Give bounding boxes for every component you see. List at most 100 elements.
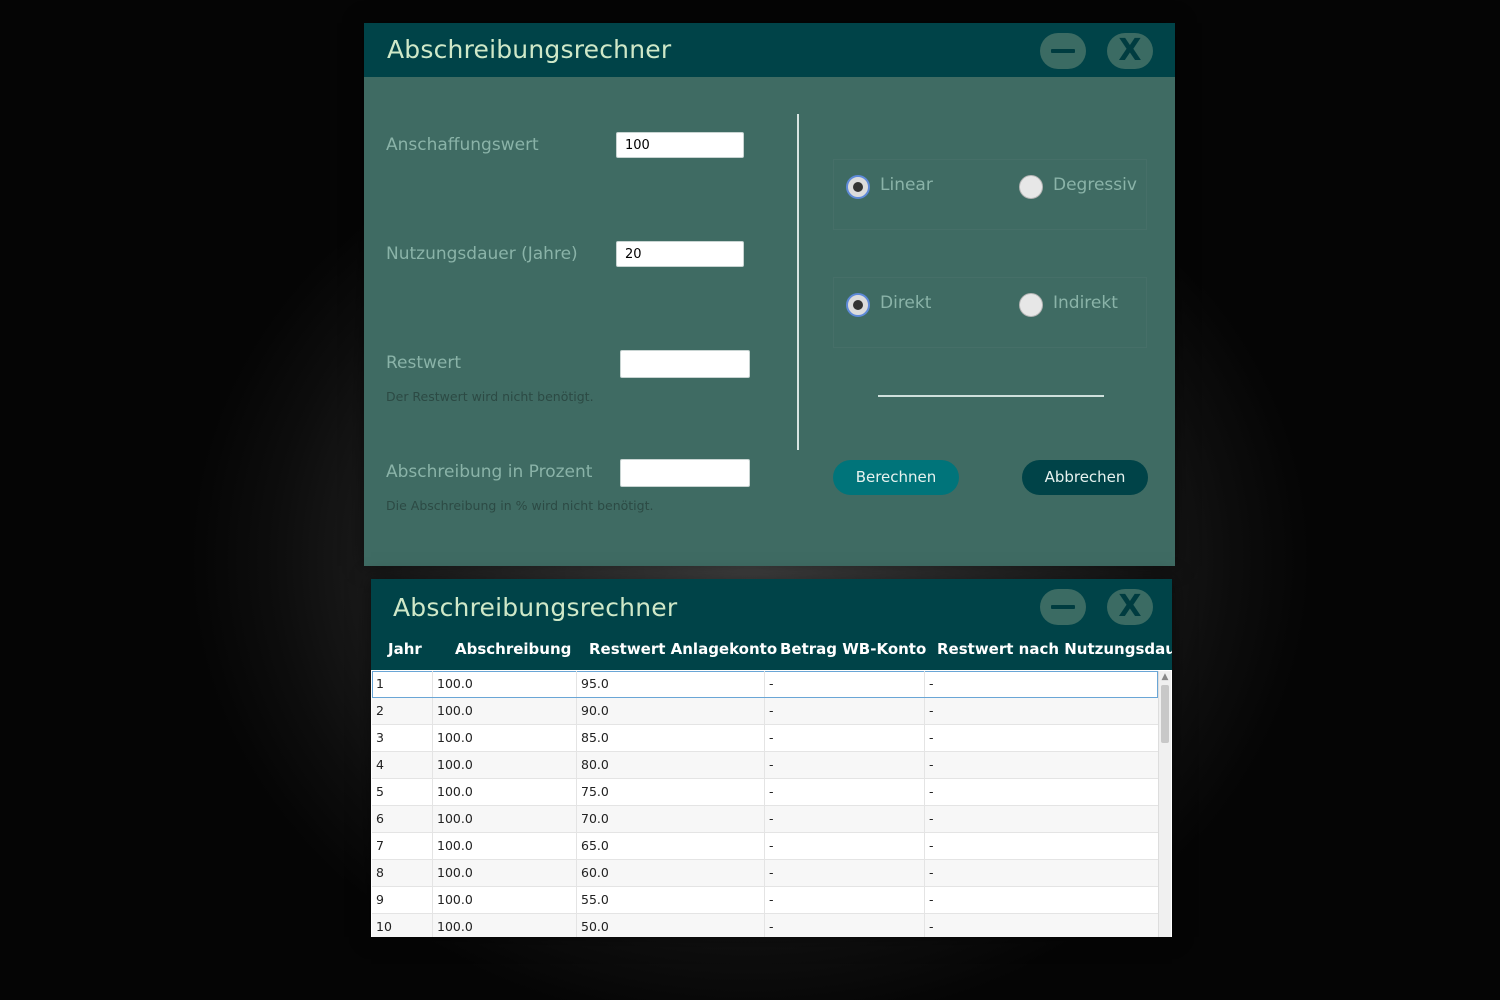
table-cell: -: [929, 703, 934, 718]
table-cell: 85.0: [577, 725, 765, 751]
table-cell: 1: [372, 671, 433, 697]
table-cell: -: [929, 838, 934, 853]
table-cell: -: [765, 725, 925, 751]
table-cell: 10: [372, 914, 433, 937]
table-row[interactable]: 3 100.0 85.0- -: [372, 725, 1158, 752]
method-radio-group: Linear Degressiv: [833, 159, 1147, 230]
radio-unselected-icon: [1019, 175, 1043, 199]
radio-selected-icon: [846, 175, 870, 199]
table-cell: 6: [372, 806, 433, 832]
radio-unselected-icon: [1019, 293, 1043, 317]
vertical-separator: [797, 114, 799, 450]
nutzungsdauer-label: Nutzungsdauer (Jahre): [386, 244, 578, 264]
table-cell: 2: [372, 698, 433, 724]
table-cell: 100.0: [433, 860, 577, 886]
prozent-label: Abschreibung in Prozent: [386, 462, 593, 482]
table-cell: 100.0: [433, 779, 577, 805]
anschaffungswert-input[interactable]: [616, 132, 744, 158]
booking-radio-group: Direkt Indirekt: [833, 277, 1147, 348]
table-cell: 9: [372, 887, 433, 913]
table-cell: 100.0: [433, 671, 577, 697]
table-cell: 75.0: [577, 779, 765, 805]
table-cell: 5: [372, 779, 433, 805]
table-cell: -: [765, 806, 925, 832]
close-button[interactable]: X: [1107, 589, 1153, 625]
close-button[interactable]: X: [1107, 33, 1153, 69]
table-row[interactable]: 5 100.0 75.0- -: [372, 779, 1158, 806]
table-cell: 100.0: [433, 914, 577, 937]
table-cell: -: [929, 892, 934, 907]
table-cell: 100.0: [433, 806, 577, 832]
table-cell: -: [765, 671, 925, 697]
window-title: Abschreibungsrechner: [387, 35, 672, 64]
minimize-icon: [1051, 49, 1075, 53]
minimize-button[interactable]: [1040, 589, 1086, 625]
table-cell: -: [929, 757, 934, 772]
table-cell: 70.0: [577, 806, 765, 832]
results-table: 1 100.0 95.0- -2 100.0 90.0- -3 100.0 85.0- -4 100…: [372, 671, 1158, 937]
table-cell: 100.0: [433, 833, 577, 859]
restwert-hint: Der Restwert wird nicht benötigt.: [386, 389, 594, 404]
scrollbar-thumb[interactable]: [1161, 685, 1169, 743]
table-cell: -: [929, 676, 934, 691]
table-cell: -: [765, 752, 925, 778]
table-cell: 50.0: [577, 914, 765, 937]
table-cell: -: [765, 914, 925, 937]
table-cell: 3: [372, 725, 433, 751]
vertical-scrollbar[interactable]: ▲: [1158, 671, 1171, 937]
radio-selected-icon: [846, 293, 870, 317]
table-cell: 95.0: [577, 671, 765, 697]
column-header[interactable]: Abschreibung: [455, 636, 571, 670]
cancel-button[interactable]: Abbrechen: [1022, 460, 1148, 495]
table-cell: -: [929, 811, 934, 826]
window-title: Abschreibungsrechner: [393, 593, 678, 622]
column-header[interactable]: Restwert nach Nutzungsdauer: [937, 636, 1172, 670]
minimize-icon: [1051, 605, 1075, 609]
column-header[interactable]: Restwert Anlagekonto: [589, 636, 777, 670]
table-row[interactable]: 7 100.0 65.0- -: [372, 833, 1158, 860]
table-cell: 4: [372, 752, 433, 778]
prozent-input[interactable]: [620, 459, 750, 487]
restwert-label: Restwert: [386, 353, 462, 373]
table-row[interactable]: 9 100.0 55.0- -: [372, 887, 1158, 914]
table-cell: 60.0: [577, 860, 765, 886]
table-cell: -: [765, 860, 925, 886]
titlebar: Abschreibungsrechner X: [371, 579, 1172, 636]
horizontal-separator: [878, 395, 1104, 397]
radio-indirekt-label: Indirekt: [1053, 293, 1118, 313]
close-icon: X: [1118, 589, 1142, 624]
table-cell: 65.0: [577, 833, 765, 859]
anschaffungswert-label: Anschaffungswert: [386, 135, 539, 155]
table-row[interactable]: 10 100.0 50.0- -: [372, 914, 1158, 937]
table-cell: 100.0: [433, 887, 577, 913]
minimize-button[interactable]: [1040, 33, 1086, 69]
calculator-input-window: Abschreibungsrechner X Anschaffungswert …: [364, 23, 1175, 566]
calculate-button[interactable]: Berechnen: [833, 460, 959, 495]
table-cell: 90.0: [577, 698, 765, 724]
restwert-input[interactable]: [620, 350, 750, 378]
table-cell: 7: [372, 833, 433, 859]
table-row[interactable]: 1 100.0 95.0- -: [372, 671, 1158, 698]
prozent-hint: Die Abschreibung in % wird nicht benötig…: [386, 498, 654, 513]
table-cell: -: [929, 919, 934, 934]
table-cell: 100.0: [433, 725, 577, 751]
nutzungsdauer-input[interactable]: [616, 241, 744, 267]
column-header[interactable]: Jahr: [388, 636, 422, 670]
table-row[interactable]: 6 100.0 70.0- -: [372, 806, 1158, 833]
table-row[interactable]: 8 100.0 60.0- -: [372, 860, 1158, 887]
table-cell: -: [929, 730, 934, 745]
column-header[interactable]: Betrag WB-Konto: [780, 636, 926, 670]
table-cell: -: [765, 698, 925, 724]
table-cell: -: [765, 833, 925, 859]
table-header: Jahr Abschreibung Restwert Anlagekonto B…: [371, 636, 1172, 670]
calculator-result-window: Abschreibungsrechner X Jahr Abschreibung…: [371, 579, 1172, 937]
table-row[interactable]: 2 100.0 90.0- -: [372, 698, 1158, 725]
table-cell: 80.0: [577, 752, 765, 778]
close-icon: X: [1118, 33, 1142, 68]
radio-degressiv-label: Degressiv: [1053, 175, 1137, 195]
table-row[interactable]: 4 100.0 80.0- -: [372, 752, 1158, 779]
table-cell: 100.0: [433, 698, 577, 724]
table-cell: 55.0: [577, 887, 765, 913]
table-cell: 100.0: [433, 752, 577, 778]
scroll-up-icon[interactable]: ▲: [1159, 671, 1171, 683]
